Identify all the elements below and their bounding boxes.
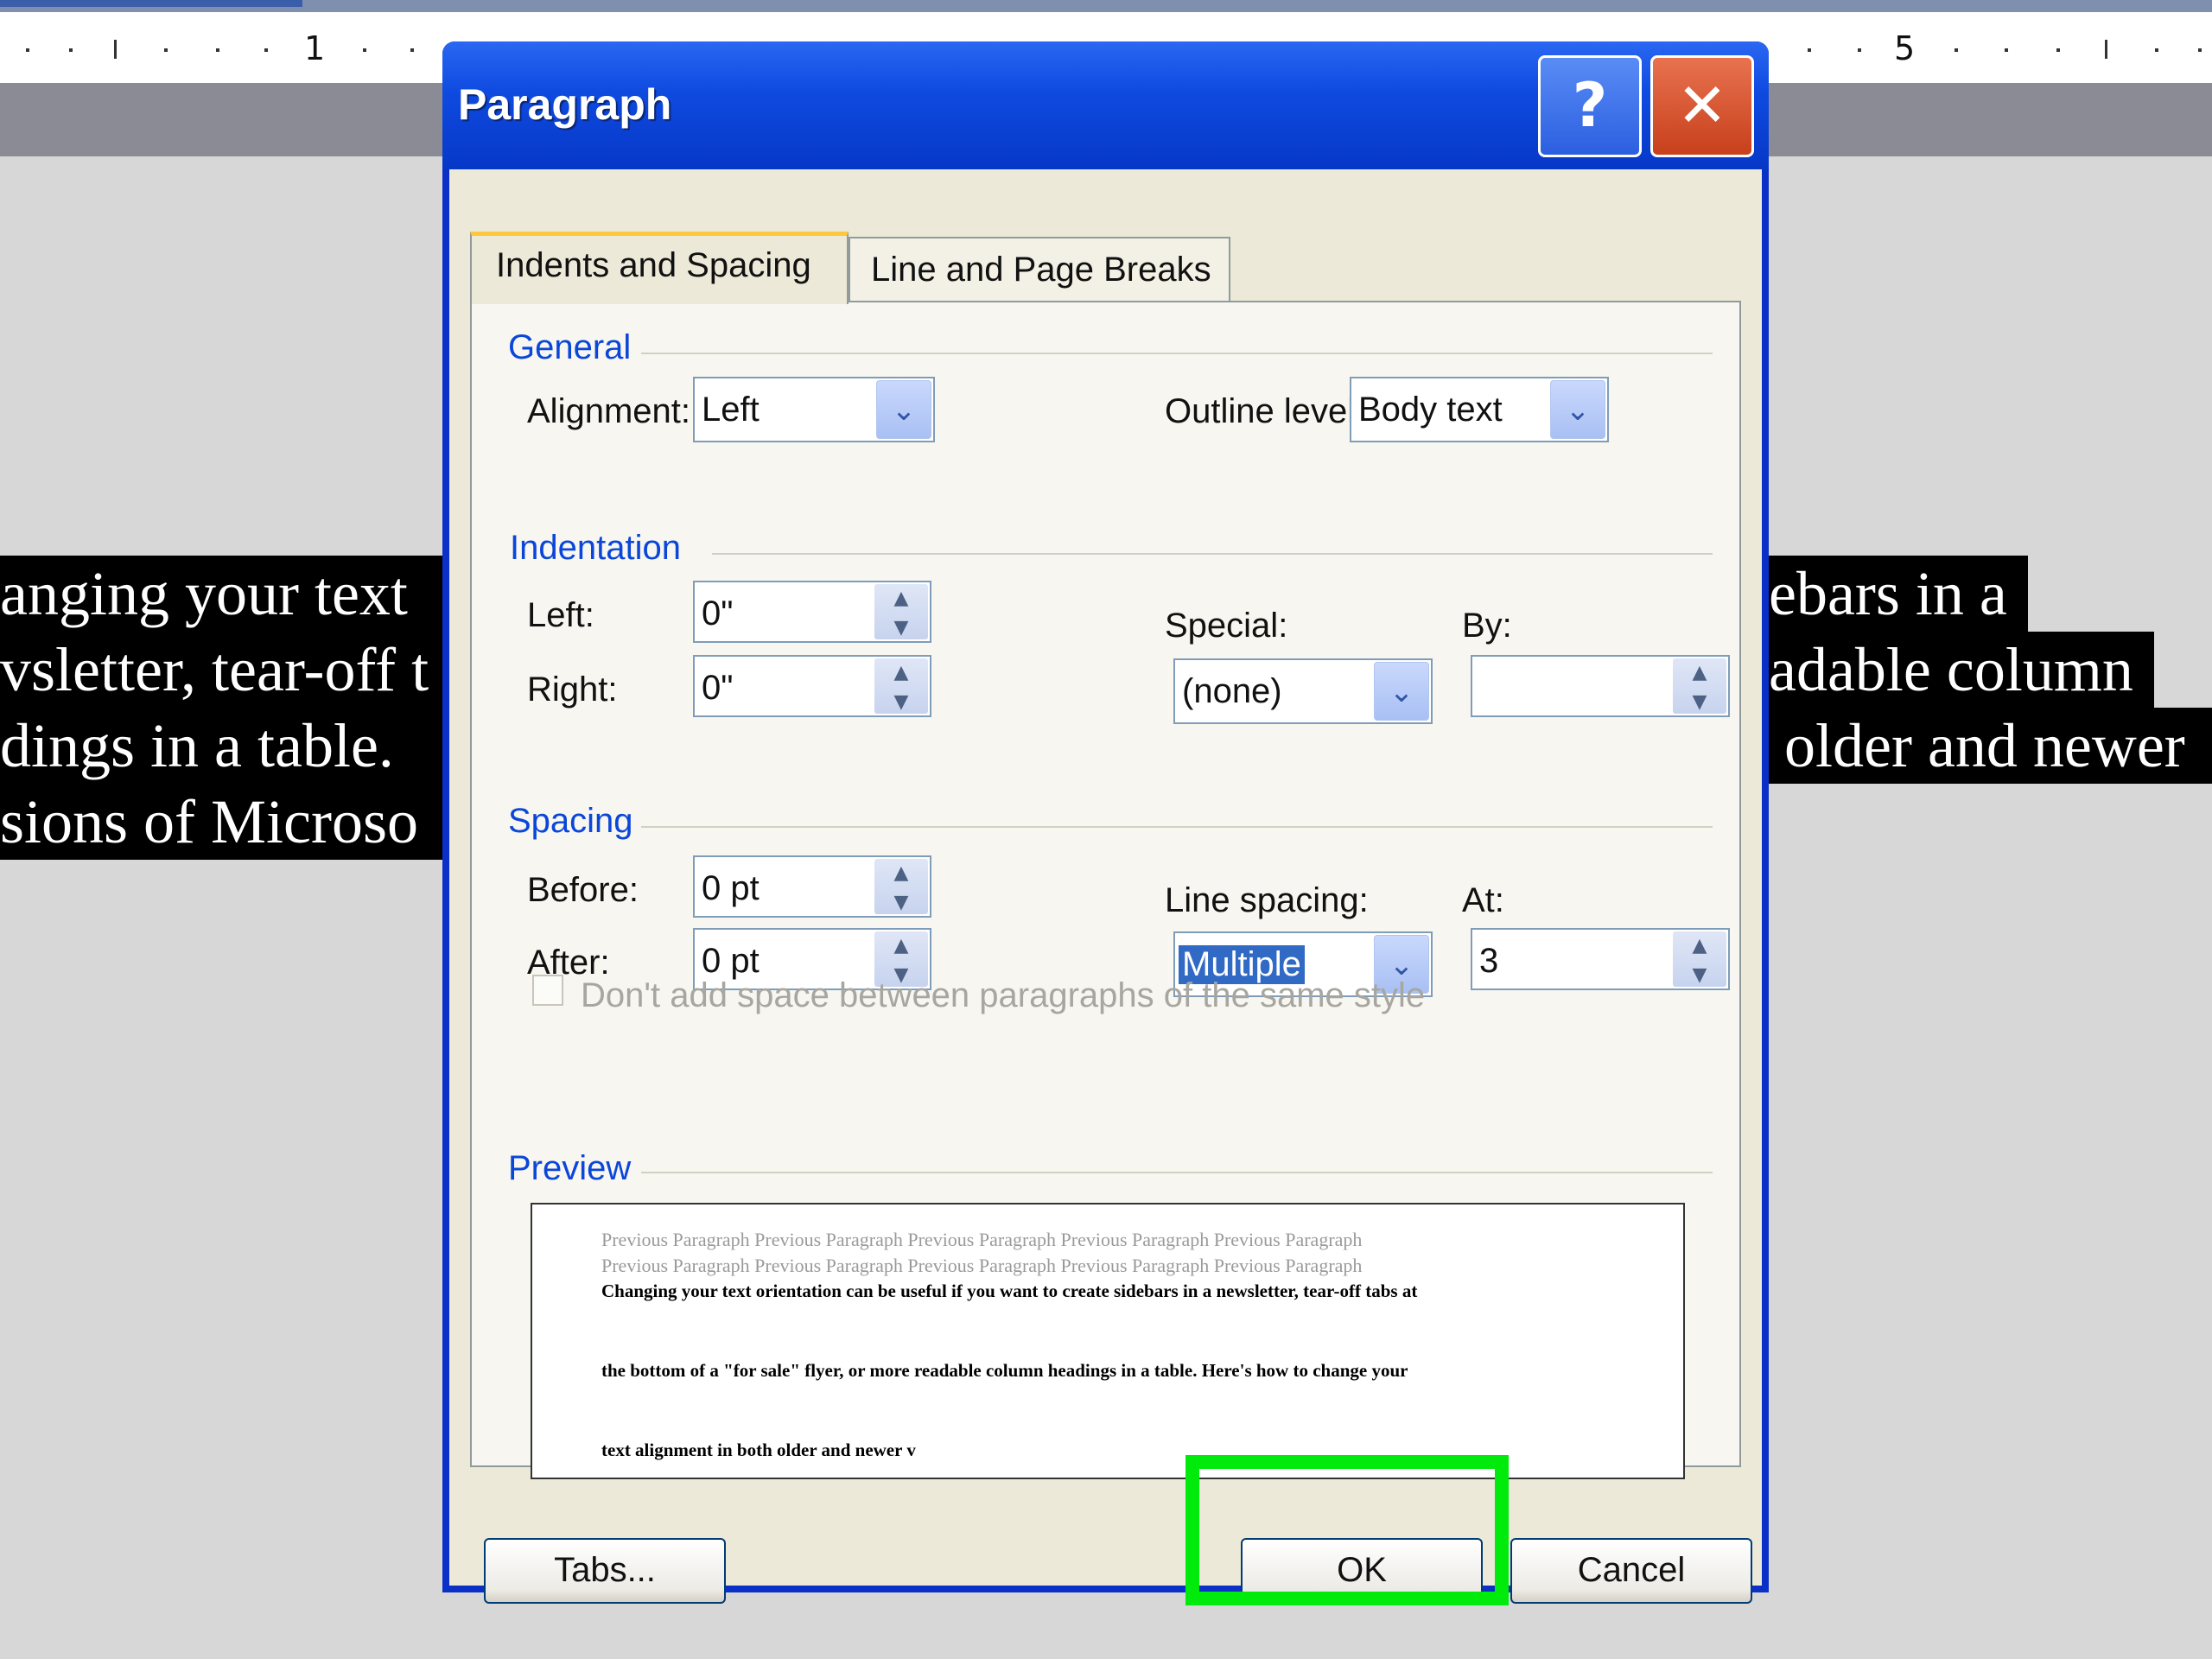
indent-right-value: 0" <box>702 669 734 707</box>
spin-up-icon[interactable]: ▲ <box>1673 931 1726 961</box>
special-value: (none) <box>1182 672 1282 710</box>
document-text-line: anging your text <box>0 556 442 632</box>
indent-left-spinner[interactable]: 0" ▲ ▼ <box>693 581 931 643</box>
ok-button-highlight <box>1185 1455 1509 1605</box>
spin-up-icon[interactable]: ▲ <box>874 859 928 888</box>
alignment-select[interactable]: Left ⌄ <box>693 377 935 442</box>
tab-indents-and-spacing[interactable]: Indents and Spacing <box>470 232 849 304</box>
spin-down-icon[interactable]: ▼ <box>874 688 928 717</box>
outline-level-value: Body text <box>1358 391 1503 429</box>
dialog-title: Paragraph <box>458 80 672 129</box>
tab-label: Indents and Spacing <box>496 246 811 284</box>
dialog-body: Indents and Spacing Line and Page Breaks… <box>449 169 1762 1604</box>
spacing-before-spinner[interactable]: 0 pt ▲ ▼ <box>693 855 931 918</box>
ruler-tick <box>410 48 414 52</box>
preview-previous-line: Previous Paragraph Previous Paragraph Pr… <box>601 1229 1363 1250</box>
group-divider <box>641 826 1713 828</box>
chevron-down-icon[interactable]: ⌄ <box>1374 662 1429 721</box>
spacing-before-value: 0 pt <box>702 869 760 907</box>
spin-up-icon[interactable]: ▲ <box>874 658 928 688</box>
outline-level-select[interactable]: Body text ⌄ <box>1350 377 1609 442</box>
close-icon[interactable]: ✕ <box>1650 55 1754 157</box>
document-text-line: vsletter, tear-off t <box>0 632 442 708</box>
spin-up-icon[interactable]: ▲ <box>874 931 928 961</box>
ruler-number: 5 <box>1894 29 1916 67</box>
special-select[interactable]: (none) ⌄ <box>1173 658 1433 724</box>
ruler-tick <box>1858 48 1861 52</box>
group-heading-general: General <box>508 328 632 366</box>
group-heading-indentation: Indentation <box>510 529 681 567</box>
ruler-number: 1 <box>304 29 326 67</box>
ruler-tick <box>363 48 366 52</box>
spin-up-icon[interactable]: ▲ <box>1673 658 1726 688</box>
group-heading-preview: Preview <box>508 1149 632 1187</box>
group-divider <box>641 1172 1713 1173</box>
alignment-value: Left <box>702 391 760 429</box>
spacing-after-value: 0 pt <box>702 942 760 980</box>
indent-left-label: Left: <box>527 596 594 634</box>
paragraph-dialog: Paragraph ? ✕ Indents and Spacing Line a… <box>442 41 1769 1604</box>
preview-current-line: Changing your text orientation can be us… <box>601 1281 1418 1301</box>
ruler-tick <box>69 48 73 52</box>
indent-right-spinner[interactable]: 0" ▲ ▼ <box>693 655 931 717</box>
group-heading-spacing: Spacing <box>508 802 633 840</box>
ruler-tick <box>2105 40 2107 59</box>
help-icon[interactable]: ? <box>1538 55 1642 157</box>
chevron-down-icon[interactable]: ⌄ <box>876 380 931 439</box>
ruler-tick <box>2155 48 2158 52</box>
document-text-line: older and newer <box>1769 708 2212 784</box>
paragraph-preview: Previous Paragraph Previous Paragraph Pr… <box>531 1203 1685 1479</box>
spacing-before-label: Before: <box>527 871 639 909</box>
by-label: By: <box>1462 607 1512 645</box>
spin-down-icon[interactable]: ▼ <box>874 888 928 918</box>
tab-line-and-page-breaks[interactable]: Line and Page Breaks <box>849 237 1230 301</box>
document-text-line: sions of Microso <box>0 784 442 860</box>
dialog-titlebar[interactable]: Paragraph ? ✕ <box>442 41 1769 169</box>
alignment-label: Alignment: <box>527 392 690 430</box>
chevron-down-icon[interactable]: ⌄ <box>1550 380 1605 439</box>
at-value: 3 <box>1479 942 1499 980</box>
preview-previous-line: Previous Paragraph Previous Paragraph Pr… <box>601 1255 1363 1276</box>
group-divider <box>712 553 1713 555</box>
document-text-line: adable column <box>1769 632 2154 708</box>
tab-label: Line and Page Breaks <box>871 251 1211 289</box>
spin-down-icon[interactable]: ▼ <box>874 613 928 643</box>
cancel-button[interactable]: Cancel <box>1510 1538 1752 1604</box>
ruler-tick <box>2198 48 2202 52</box>
ruler-tick <box>264 48 268 52</box>
toolbar-remnant <box>0 0 302 7</box>
outline-level-label: Outline level: <box>1165 392 1365 430</box>
tabs-button[interactable]: Tabs... <box>484 1538 726 1604</box>
indent-left-value: 0" <box>702 594 734 632</box>
no-space-checkbox-label: Don't add space between paragraphs of th… <box>581 976 1426 1014</box>
spin-up-icon[interactable]: ▲ <box>874 584 928 613</box>
ruler-tick <box>1808 48 1811 52</box>
document-text-line: ebars in a <box>1769 556 2028 632</box>
special-label: Special: <box>1165 607 1288 645</box>
ruler-tick <box>164 48 168 52</box>
ruler-tick <box>114 40 117 59</box>
preview-current-line: the bottom of a "for sale" flyer, or mor… <box>601 1360 1408 1381</box>
spin-down-icon[interactable]: ▼ <box>1673 961 1726 990</box>
tab-panel: General Alignment: Left ⌄ Outline level:… <box>470 301 1741 1479</box>
ruler-tick <box>216 48 219 52</box>
line-spacing-label: Line spacing: <box>1165 881 1369 919</box>
spin-down-icon[interactable]: ▼ <box>1673 688 1726 717</box>
at-spinner[interactable]: 3 ▲ ▼ <box>1471 928 1730 990</box>
ruler-tick <box>2056 48 2060 52</box>
by-spinner[interactable]: ▲ ▼ <box>1471 655 1730 717</box>
preview-current-line: text alignment in both older and newer v <box>601 1440 916 1460</box>
ruler-tick <box>2005 48 2008 52</box>
indent-right-label: Right: <box>527 671 618 709</box>
no-space-checkbox[interactable] <box>532 975 563 1006</box>
ruler-tick <box>1955 48 1958 52</box>
document-text-line: dings in a table. <box>0 708 442 784</box>
at-label: At: <box>1462 881 1504 919</box>
window-top-strip <box>0 0 2212 12</box>
ruler-tick <box>26 48 29 52</box>
group-divider <box>641 353 1713 354</box>
